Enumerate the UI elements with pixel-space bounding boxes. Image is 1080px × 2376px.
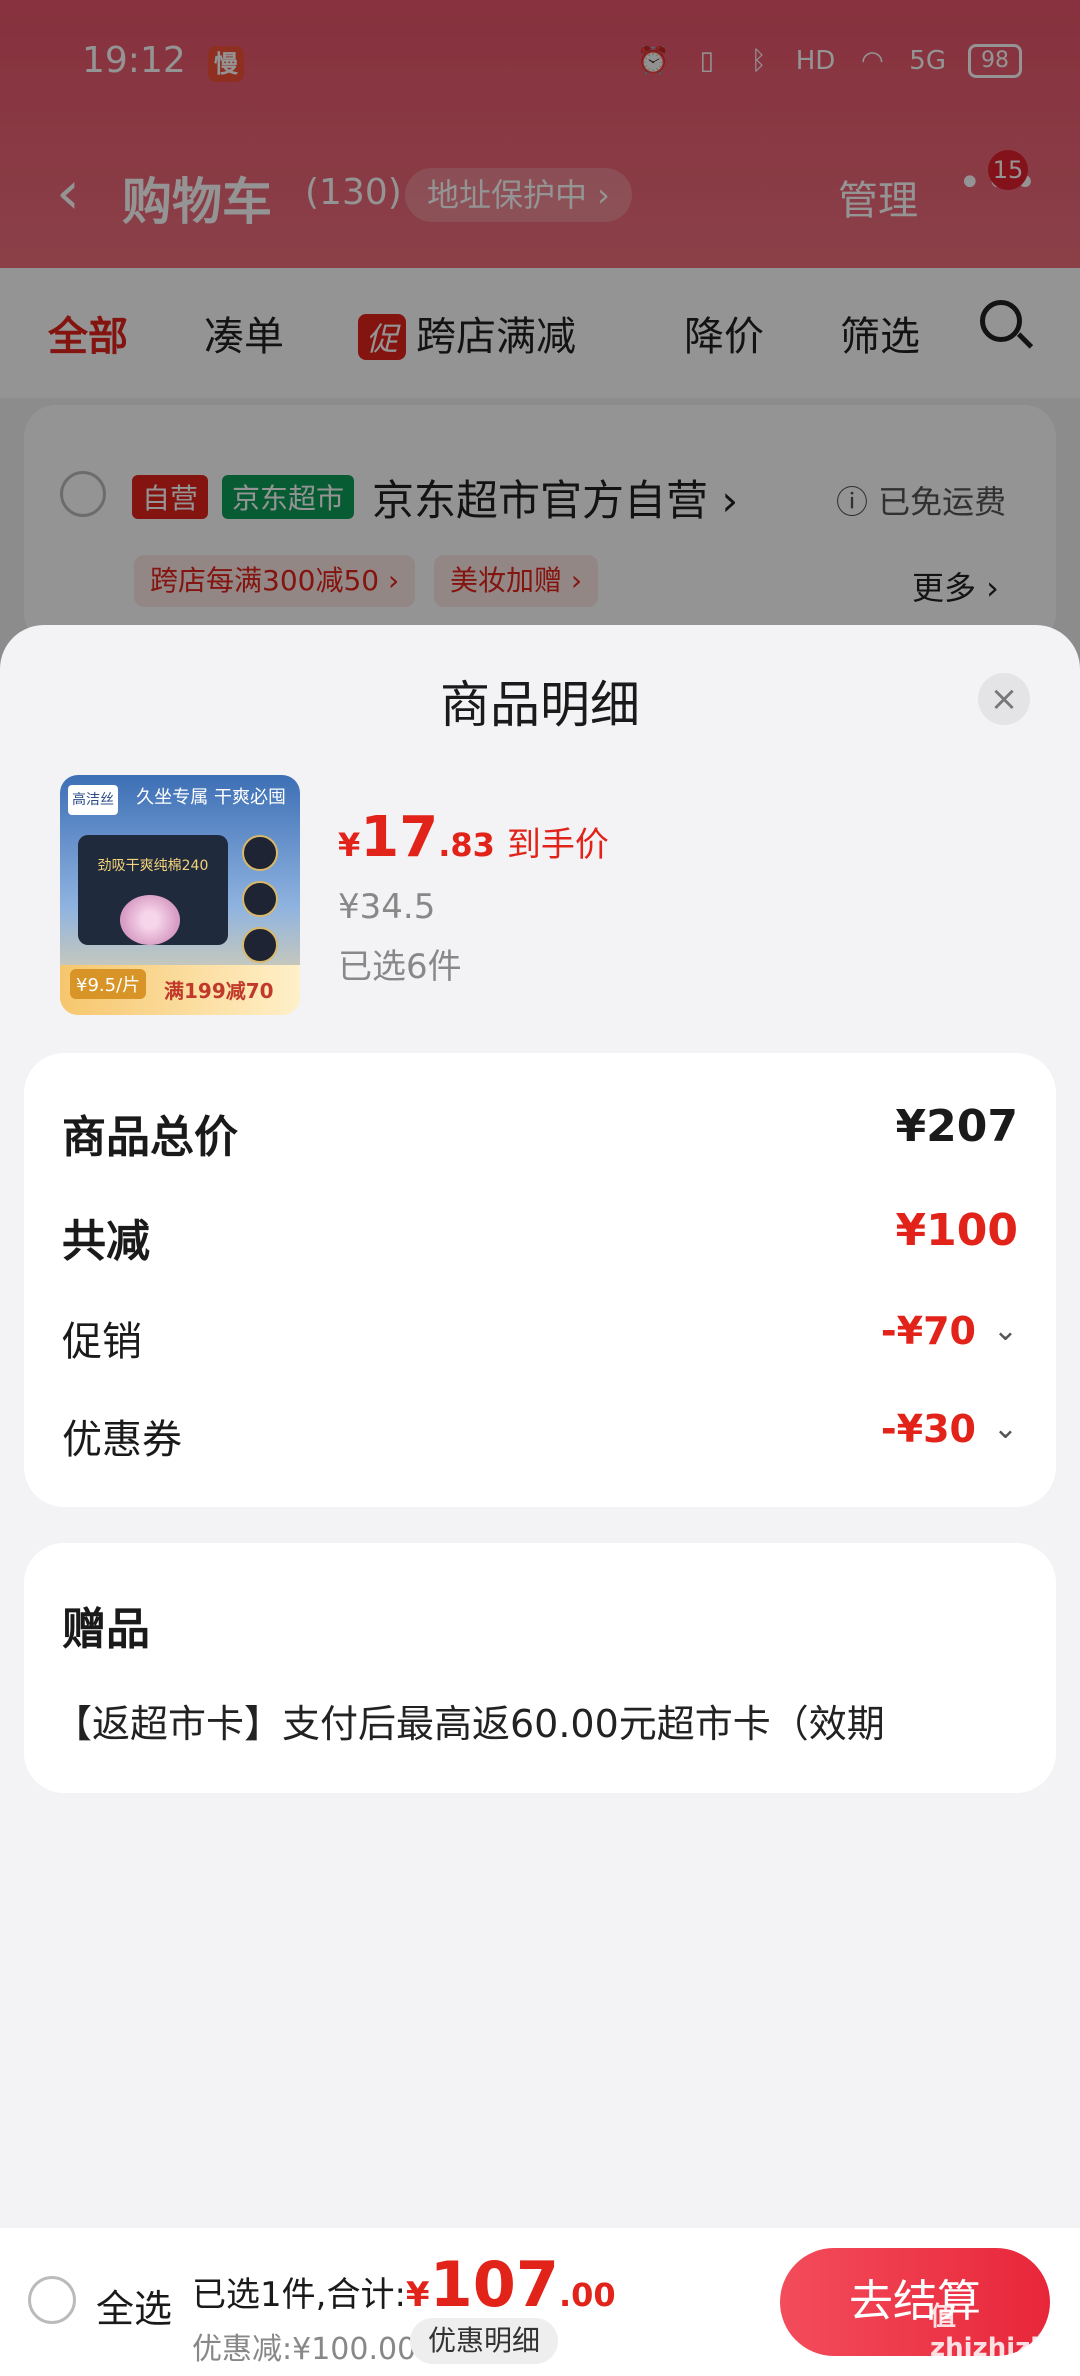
select-all-label[interactable]: 全选 bbox=[96, 2278, 172, 2333]
promotion-row[interactable]: 促销 -¥70 ⌄ bbox=[62, 1309, 1018, 1369]
total-reduce-label: 共减 bbox=[62, 1216, 150, 1267]
product-image[interactable]: 久坐专属 干爽必囤 高洁丝 劲吸干爽纯棉240 ¥9.5/片 满199减70 bbox=[60, 775, 300, 1015]
final-price-label: 到手价 bbox=[506, 825, 609, 865]
total-integer: 107 bbox=[429, 2248, 559, 2321]
total-price-value: ¥207 bbox=[895, 1101, 1018, 1152]
price-currency: ¥ bbox=[338, 826, 361, 864]
discount-detail-button[interactable]: 优惠明细 bbox=[410, 2318, 559, 2364]
gift-title: 赠品 bbox=[62, 1604, 150, 1655]
coupon-label: 优惠券 bbox=[62, 1417, 182, 1463]
total-price-row: 商品总价 ¥207 bbox=[62, 1101, 1018, 1163]
gift-card: 赠品 【返超市卡】支付后最高返60.00元超市卡（效期 bbox=[24, 1543, 1056, 1793]
coupon-value: -¥30 bbox=[880, 1407, 976, 1451]
feature-icons bbox=[242, 835, 282, 973]
price-decimal: .83 bbox=[438, 826, 495, 864]
selected-count: 已选6件 bbox=[338, 947, 462, 987]
final-price: ¥17.83 到手价 bbox=[338, 805, 609, 870]
chevron-down-icon[interactable]: ⌄ bbox=[993, 1411, 1018, 1446]
original-price: ¥34.5 bbox=[338, 887, 436, 927]
product-image-deal: 满199减70 bbox=[164, 979, 274, 1003]
flower-graphic bbox=[120, 895, 180, 945]
total-reduce-value: ¥100 bbox=[895, 1205, 1018, 1256]
sheet-title: 商品明细 bbox=[440, 676, 640, 734]
chevron-down-icon[interactable]: ⌄ bbox=[993, 1313, 1018, 1348]
product-brand-logo: 高洁丝 bbox=[68, 785, 118, 815]
product-image-price: ¥9.5/片 bbox=[70, 969, 147, 999]
promotion-value: -¥70 bbox=[880, 1309, 976, 1353]
product-detail-sheet: 商品明细 × 久坐专属 干爽必囤 高洁丝 劲吸干爽纯棉240 ¥9.5/片 满1… bbox=[0, 625, 1080, 2376]
watermark: 值 zhizhizhi.com bbox=[930, 2302, 1080, 2363]
coupon-row[interactable]: 优惠券 -¥30 ⌄ bbox=[62, 1407, 1018, 1467]
total-currency: ¥ bbox=[405, 2275, 430, 2315]
total-reduce-row: 共减 ¥100 bbox=[62, 1205, 1018, 1267]
select-all-radio[interactable] bbox=[28, 2276, 76, 2324]
price-summary-card: 商品总价 ¥207 共减 ¥100 促销 -¥70 ⌄ 优惠券 -¥30 ⌄ bbox=[24, 1053, 1056, 1507]
promotion-label: 促销 bbox=[62, 1319, 142, 1365]
price-integer: 17 bbox=[360, 805, 439, 870]
total-decimal: .00 bbox=[559, 2276, 616, 2314]
total-summary: 已选1件,合计:¥107.00 bbox=[192, 2248, 616, 2321]
close-icon[interactable]: × bbox=[978, 673, 1030, 725]
total-price-label: 商品总价 bbox=[62, 1112, 238, 1163]
checkout-bar: 全选 已选1件,合计:¥107.00 优惠减:¥100.00 优惠明细 去结算 bbox=[0, 2228, 1080, 2376]
gift-description: 【返超市卡】支付后最高返60.00元超市卡（效期 bbox=[54, 1702, 885, 1746]
selected-text: 已选1件,合计: bbox=[192, 2275, 406, 2315]
discount-text: 优惠减:¥100.00 bbox=[192, 2332, 417, 2367]
